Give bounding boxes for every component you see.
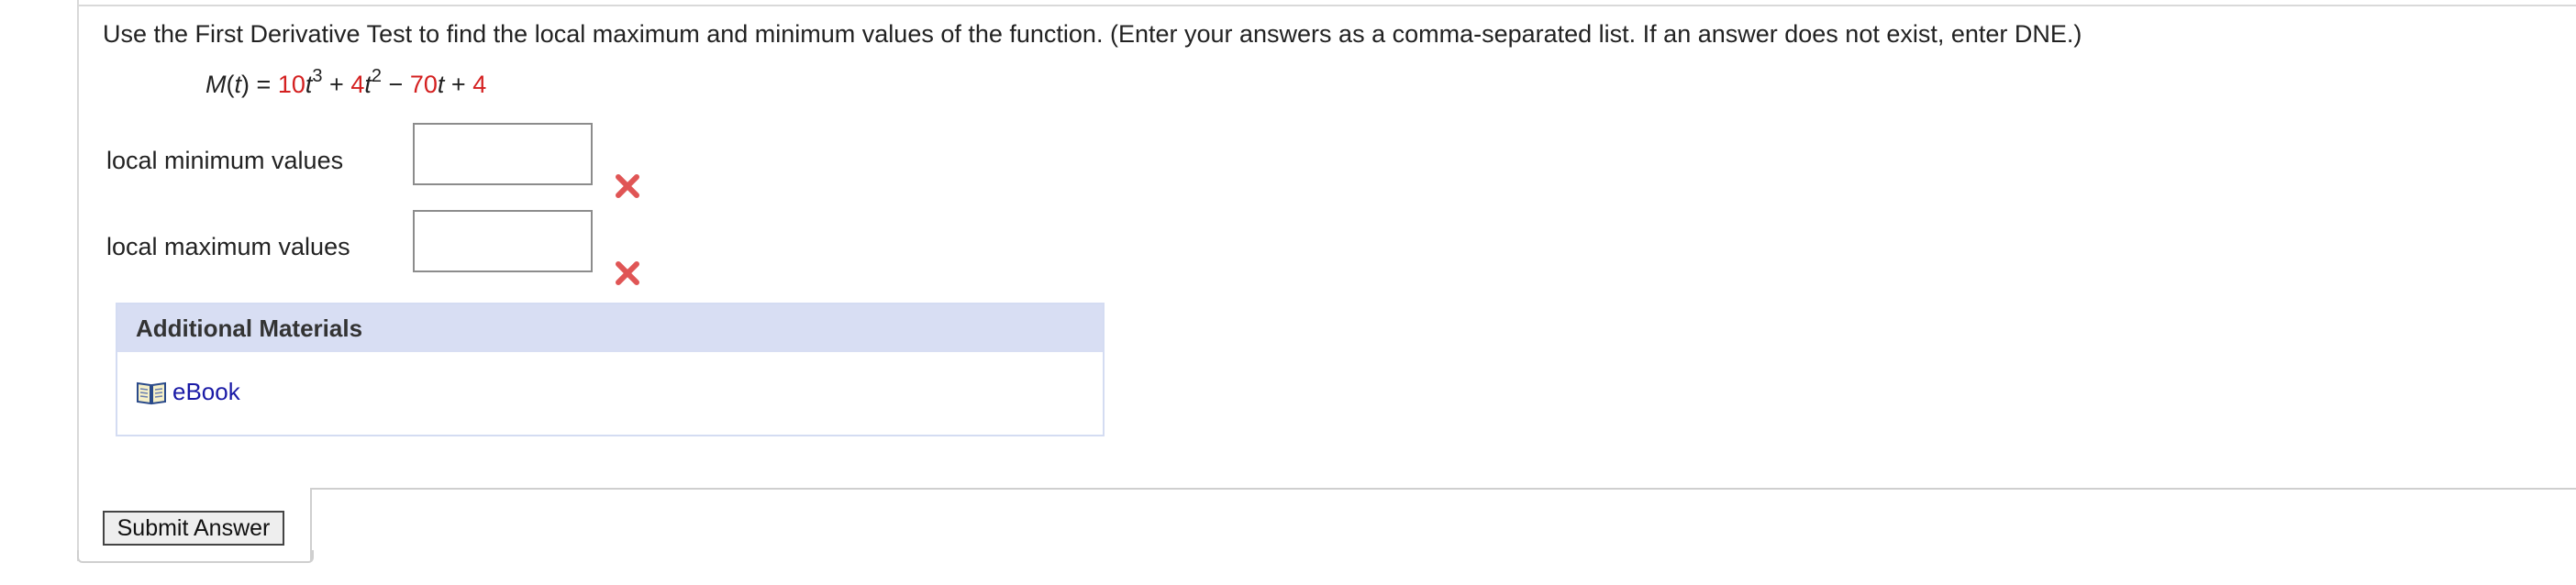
submit-frame (77, 550, 314, 563)
additional-materials-header: Additional Materials (117, 304, 1103, 352)
plus-sign-2: + (450, 71, 466, 98)
local-max-input[interactable] (413, 210, 593, 272)
function-var: t (234, 71, 242, 98)
frame-divider (310, 488, 2576, 490)
book-icon (137, 381, 166, 404)
constant-term: 4 (472, 71, 487, 98)
paren-open: ( (226, 71, 235, 98)
local-max-label: local maximum values (106, 233, 350, 260)
var-quadratic: t (364, 71, 372, 98)
question-frame-left (77, 0, 79, 561)
equation: M(t) = 10t3 + 4t2 − 70t + 4 (205, 66, 487, 101)
ebook-link[interactable]: eBook (136, 378, 240, 406)
var-linear: t (437, 71, 445, 98)
local-min-input[interactable] (413, 123, 593, 185)
paren-close: ) (241, 71, 250, 98)
incorrect-x-icon (616, 174, 639, 198)
exp-quadratic: 2 (371, 66, 382, 86)
coef-linear: 70 (409, 71, 438, 98)
question-text: Use the First Derivative Test to find th… (103, 20, 2082, 48)
function-name: M (205, 71, 227, 98)
incorrect-x-icon (616, 261, 639, 285)
minus-sign: − (388, 71, 404, 98)
coef-cubic: 10 (277, 71, 305, 98)
question-frame-top (77, 0, 2576, 6)
additional-materials-panel: Additional Materials eBook (116, 303, 1105, 436)
plus-sign: + (329, 71, 344, 98)
local-min-label: local minimum values (106, 147, 344, 174)
coef-quadratic: 4 (350, 71, 365, 98)
equals-sign: = (256, 71, 272, 98)
ebook-label: eBook (172, 378, 240, 405)
exp-cubic: 3 (312, 66, 323, 86)
frame-divider-vertical (310, 488, 312, 561)
page: Use the First Derivative Test to find th… (0, 0, 2576, 585)
submit-answer-button[interactable]: Submit Answer (103, 511, 284, 546)
